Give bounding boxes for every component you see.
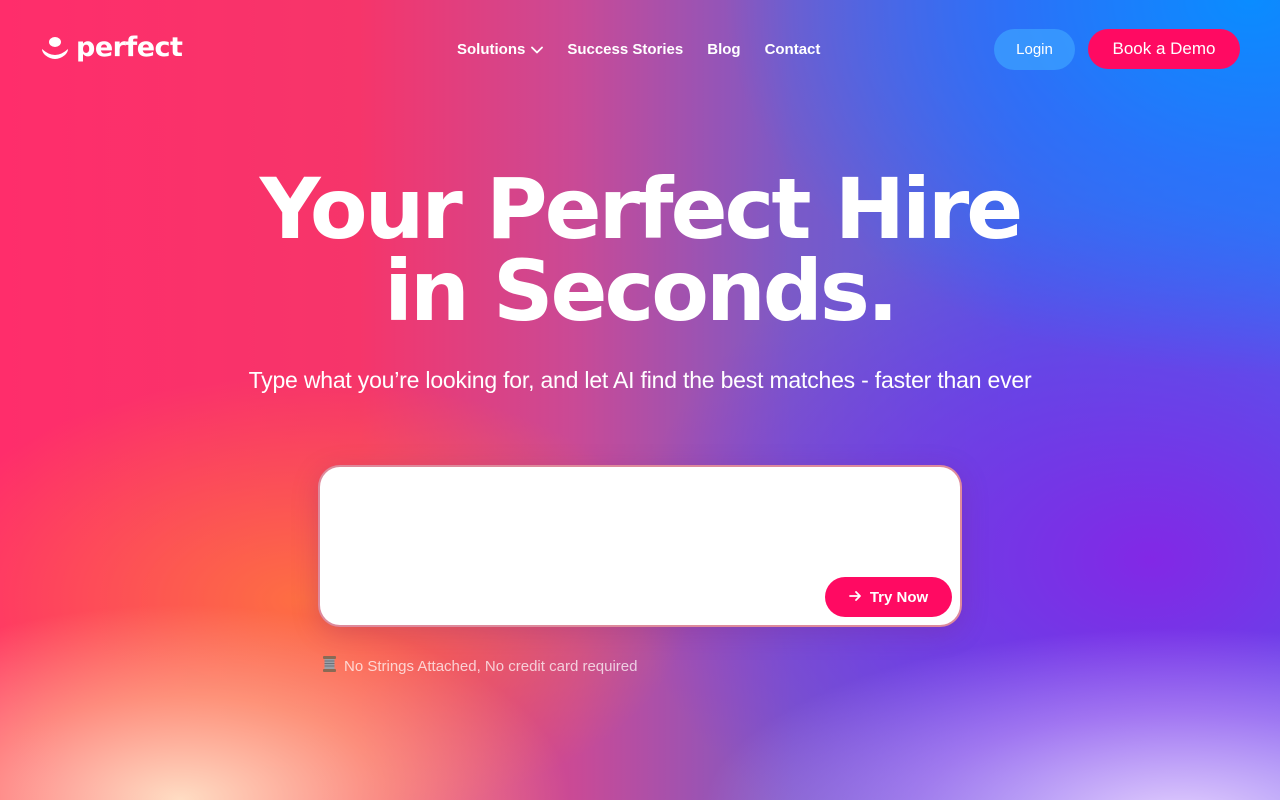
- nav-item-solutions[interactable]: Solutions: [457, 40, 544, 58]
- book-demo-button[interactable]: Book a Demo: [1088, 29, 1240, 69]
- note-text: No Strings Attached, No credit card requ…: [344, 657, 638, 675]
- brand-name: perfect: [76, 31, 183, 63]
- thread-spool-icon: [321, 655, 338, 677]
- hero-title-line-1: Your Perfect Hire: [259, 160, 1023, 258]
- nav-item-contact[interactable]: Contact: [765, 41, 821, 58]
- nav-item-blog[interactable]: Blog: [707, 41, 740, 58]
- nav-item-label: Solutions: [457, 40, 526, 58]
- search-input[interactable]: [334, 479, 948, 579]
- arrow-right-icon: [848, 589, 862, 606]
- try-now-label: Try Now: [869, 588, 929, 606]
- nav-item-label: Blog: [707, 40, 741, 58]
- no-strings-note: No Strings Attached, No credit card requ…: [321, 656, 637, 676]
- smile-bowl-icon: [40, 35, 70, 61]
- nav-item-label: Contact: [764, 40, 821, 58]
- login-button[interactable]: Login: [994, 29, 1075, 70]
- nav-item-success-stories[interactable]: Success Stories: [567, 41, 683, 58]
- brand-logo[interactable]: perfect: [40, 30, 183, 66]
- try-now-button[interactable]: Try Now: [825, 577, 952, 617]
- main-nav: Solutions Success Stories Blog Contact: [457, 38, 820, 60]
- chevron-down-icon: [531, 41, 544, 58]
- hero-subtitle: Type what you’re looking for, and let AI…: [248, 367, 1032, 393]
- search-card: Try Now: [318, 465, 962, 627]
- site-header: perfect Solutions Success Stories Blog C…: [0, 0, 1280, 98]
- hero-title-line-2: in Seconds.: [384, 242, 899, 340]
- hero-title: Your Perfect Hire in Seconds.: [0, 160, 1280, 340]
- nav-item-label: Success Stories: [567, 40, 684, 58]
